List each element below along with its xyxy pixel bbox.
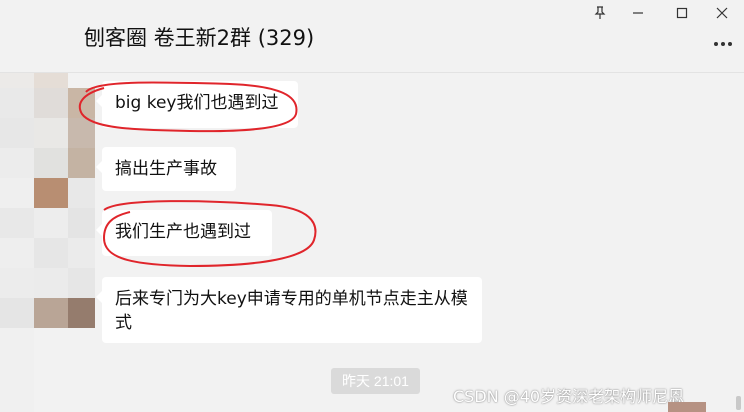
message-bubble[interactable]: 搞出生产事故 [96,147,236,191]
message-text: big key我们也遇到过 [115,93,279,113]
pin-icon[interactable] [587,2,613,24]
message-text: 搞出生产事故 [115,159,217,179]
avatar [668,402,706,412]
message-text: 我们生产也遇到过 [115,222,251,242]
message-bubble[interactable]: big key我们也遇到过 [96,81,298,128]
minimize-icon[interactable] [625,2,651,24]
close-icon[interactable] [709,2,735,24]
scrollbar[interactable] [736,396,741,410]
message-bubble[interactable]: 后来专门为大key申请专用的单机节点走主从模式 [96,277,482,343]
chat-header: 刨客圈 卷王新2群 (329) [0,0,744,73]
message-text: 后来专门为大key申请专用的单机节点走主从模式 [115,289,468,333]
message-timestamp: 昨天 21:01 [331,368,420,394]
message-bubble[interactable]: 我们生产也遇到过 [96,210,272,256]
chat-title[interactable]: 刨客圈 卷王新2群 (329) [84,22,314,52]
maximize-icon[interactable] [669,2,695,24]
watermark: CSDN @40岁资深老架构师尼恩 [453,387,685,406]
more-icon[interactable] [710,34,736,54]
